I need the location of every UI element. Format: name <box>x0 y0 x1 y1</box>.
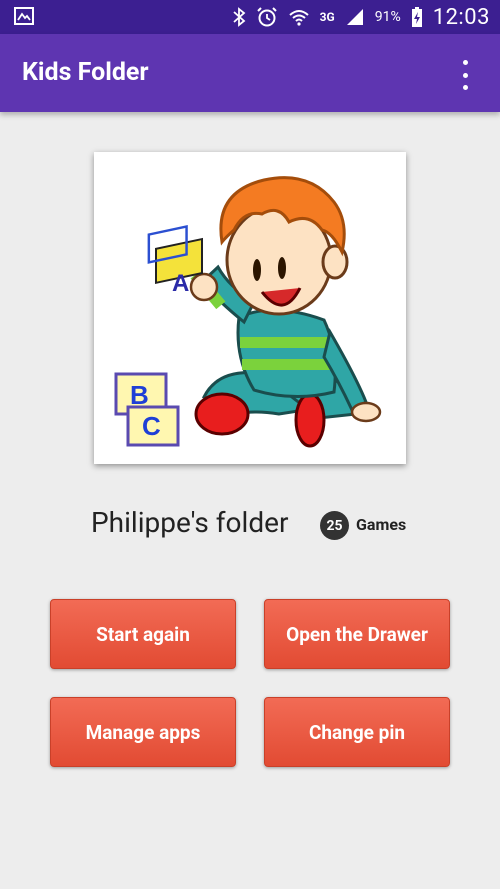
app-title: Kids Folder <box>22 58 149 87</box>
signal-icon <box>346 9 363 25</box>
wifi-icon <box>288 10 309 26</box>
games-count-badge: 25 <box>320 511 349 540</box>
overflow-menu-icon[interactable] <box>456 60 474 90</box>
gallery-notification-icon <box>14 7 34 25</box>
folder-name: Philippe's folder <box>91 506 289 539</box>
open-drawer-button[interactable]: Open the Drawer <box>264 599 450 669</box>
battery-charging-icon <box>411 7 422 27</box>
block-letter-c: C <box>142 411 161 441</box>
clock: 12:03 <box>432 4 490 30</box>
folder-info-row: Philippe's folder 25 Games <box>0 506 500 546</box>
start-again-button[interactable]: Start again <box>50 599 236 669</box>
manage-apps-button[interactable]: Manage apps <box>50 697 236 767</box>
status-bar: 3G 91% 12:03 <box>0 0 500 34</box>
block-letter-a: A <box>172 270 189 297</box>
app-bar: Kids Folder <box>0 34 500 112</box>
games-label: Games <box>356 515 407 534</box>
network-type-label: 3G <box>319 10 335 24</box>
kid-with-blocks-illustration: A B C <box>114 176 382 448</box>
bluetooth-icon <box>233 7 246 27</box>
folder-avatar-image[interactable]: A B C <box>94 152 406 464</box>
alarm-icon <box>256 7 277 27</box>
change-pin-button[interactable]: Change pin <box>264 697 450 767</box>
battery-percent: 91% <box>374 9 401 25</box>
